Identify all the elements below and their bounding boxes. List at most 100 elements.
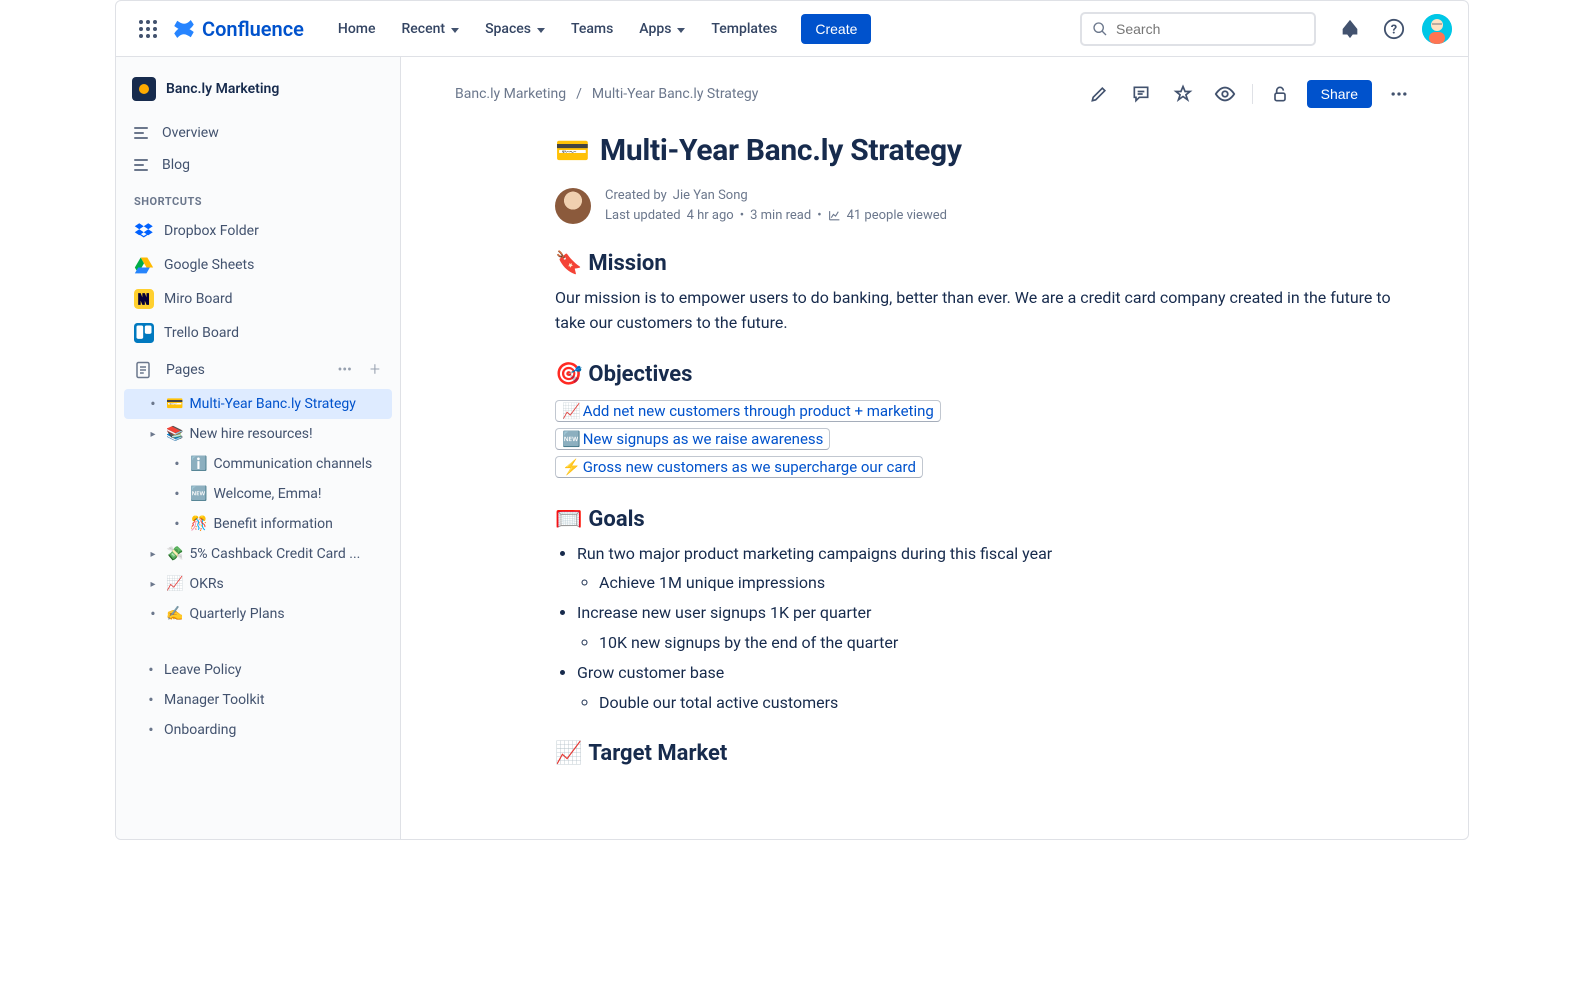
created-by-label: Created by — [605, 186, 667, 206]
page-emoji-icon: ✍️ — [166, 606, 183, 622]
notifications-icon[interactable] — [1334, 13, 1366, 45]
shortcut-miro[interactable]: Miro Board — [124, 282, 392, 316]
section-mission-heading: 🔖 Mission — [555, 251, 1395, 276]
nav-apps[interactable]: Apps — [627, 15, 697, 43]
space-name: Banc.ly Marketing — [166, 81, 279, 97]
bullet-icon[interactable]: • — [170, 519, 184, 529]
tree-item-label: Welcome, Emma! — [213, 486, 321, 502]
bullet-icon[interactable]: • — [146, 609, 160, 619]
search-field[interactable] — [1116, 21, 1304, 37]
chevron-right-icon[interactable]: ▸ — [146, 549, 160, 560]
objective-link[interactable]: ⚡Gross new customers as we supercharge o… — [555, 456, 923, 478]
section-objectives-heading: 🎯 Objectives — [555, 362, 1395, 387]
sidebar-blog[interactable]: Blog — [124, 149, 392, 181]
objective-link[interactable]: 📈Add net new customers through product +… — [555, 400, 941, 422]
page-title: Multi-Year Banc.ly Strategy — [600, 133, 962, 168]
bullet-icon: • — [144, 695, 158, 705]
star-icon[interactable] — [1168, 79, 1198, 109]
pages-more-icon[interactable]: ••• — [336, 360, 354, 380]
chevron-down-icon — [675, 21, 685, 37]
dropbox-icon — [134, 221, 154, 241]
byline: Created by Jie Yan Song Last updated 4 h… — [555, 186, 1395, 225]
blog-icon — [134, 159, 148, 171]
tree-item[interactable]: • Manager Toolkit — [124, 685, 392, 715]
sidebar: Banc.ly Marketing Overview Blog SHORTCUT… — [116, 57, 401, 839]
analytics-icon — [828, 209, 841, 222]
chevron-right-icon[interactable]: ▸ — [146, 579, 160, 590]
tree-item[interactable]: •🆕Welcome, Emma! — [124, 479, 392, 509]
breadcrumb: Banc.ly Marketing / Multi-Year Banc.ly S… — [455, 86, 758, 102]
tree-item[interactable]: •Onboarding — [124, 715, 392, 745]
sidebar-overview[interactable]: Overview — [124, 117, 392, 149]
page-emoji: 💳 — [555, 134, 590, 167]
main-content: Banc.ly Marketing / Multi-Year Banc.ly S… — [401, 57, 1468, 839]
section-target-market-heading: 📈 Target Market — [555, 741, 1395, 766]
app-switcher-icon[interactable] — [132, 13, 164, 45]
miro-icon — [134, 289, 154, 309]
pages-add-icon[interactable]: + — [368, 357, 382, 382]
chevron-down-icon — [449, 21, 459, 37]
tree-item-label: Communication channels — [213, 456, 372, 472]
space-header[interactable]: Banc.ly Marketing — [124, 73, 392, 105]
more-actions-icon[interactable] — [1384, 79, 1414, 109]
tree-item[interactable]: ▸📚New hire resources! — [124, 419, 392, 449]
tree-item-label: Leave Policy — [164, 662, 242, 678]
breadcrumb-page[interactable]: Multi-Year Banc.ly Strategy — [592, 86, 758, 102]
search-icon — [1092, 21, 1108, 37]
page-actions: Share — [1084, 79, 1414, 109]
create-button[interactable]: Create — [801, 14, 871, 44]
goal-subitem: Achieve 1M unique impressions — [599, 571, 1395, 596]
tree-item[interactable]: ▸💸5% Cashback Credit Card ... — [124, 539, 392, 569]
tree-item[interactable]: • Leave Policy — [124, 655, 392, 685]
tree-item-label: OKRs — [189, 576, 223, 592]
shortcut-dropbox[interactable]: Dropbox Folder — [124, 214, 392, 248]
watch-icon[interactable] — [1210, 79, 1240, 109]
author-name[interactable]: Jie Yan Song — [673, 186, 748, 206]
help-icon[interactable]: ? — [1378, 13, 1410, 45]
tree-item[interactable]: •💳Multi-Year Banc.ly Strategy — [124, 389, 392, 419]
view-count[interactable]: 41 people viewed — [847, 206, 947, 226]
tree-item[interactable]: ▸ 📈 OKRs — [124, 569, 392, 599]
bullet-icon[interactable]: • — [146, 399, 160, 409]
edit-icon[interactable] — [1084, 79, 1114, 109]
tree-item-label: Onboarding — [164, 722, 236, 738]
comment-icon[interactable] — [1126, 79, 1156, 109]
shortcut-google-sheets[interactable]: Google Sheets — [124, 248, 392, 282]
tree-item[interactable]: •✍️Quarterly Plans — [124, 599, 392, 629]
tree-item[interactable]: •ℹ️Communication channels — [124, 449, 392, 479]
nav-home[interactable]: Home — [326, 15, 388, 43]
page-icon — [134, 361, 152, 379]
shortcut-trello[interactable]: Trello Board — [124, 316, 392, 350]
page-emoji-icon: 💸 — [166, 546, 183, 562]
pages-label: Pages — [166, 362, 205, 378]
page-emoji-icon: 📚 — [166, 426, 183, 442]
updated-value: 4 hr ago — [687, 206, 734, 226]
top-nav: Confluence Home Recent Spaces Teams Apps… — [116, 1, 1468, 57]
page-emoji-icon: 📈 — [166, 576, 183, 592]
user-avatar[interactable] — [1422, 14, 1452, 44]
tree-item-label: Manager Toolkit — [164, 692, 265, 708]
nav-recent[interactable]: Recent — [389, 15, 471, 43]
author-avatar[interactable] — [555, 188, 591, 224]
confluence-logo[interactable]: Confluence — [172, 17, 304, 41]
overview-icon — [134, 127, 148, 139]
goal-subitem: Double our total active customers — [599, 691, 1395, 716]
bullet-icon: • — [144, 665, 158, 675]
goal-item: Increase new user signups 1K per quarter… — [577, 601, 1395, 656]
breadcrumb-space[interactable]: Banc.ly Marketing — [455, 86, 566, 102]
nav-templates[interactable]: Templates — [699, 15, 789, 43]
bullet-icon[interactable]: • — [170, 489, 184, 499]
section-goals-heading: 🥅 Goals — [555, 507, 1395, 532]
tree-item[interactable]: •🎊Benefit information — [124, 509, 392, 539]
page-tree: •💳Multi-Year Banc.ly Strategy▸📚New hire … — [124, 389, 392, 629]
share-button[interactable]: Share — [1307, 80, 1372, 108]
nav-teams[interactable]: Teams — [559, 15, 625, 43]
nav-spaces[interactable]: Spaces — [473, 15, 557, 43]
search-input[interactable] — [1080, 12, 1316, 46]
bullet-icon[interactable]: • — [170, 459, 184, 469]
chevron-right-icon[interactable]: ▸ — [146, 429, 160, 440]
restrictions-icon[interactable] — [1265, 79, 1295, 109]
objective-link[interactable]: 🆕New signups as we raise awareness — [555, 428, 830, 450]
space-icon — [132, 77, 156, 101]
link-emoji-icon: ⚡ — [562, 458, 581, 476]
